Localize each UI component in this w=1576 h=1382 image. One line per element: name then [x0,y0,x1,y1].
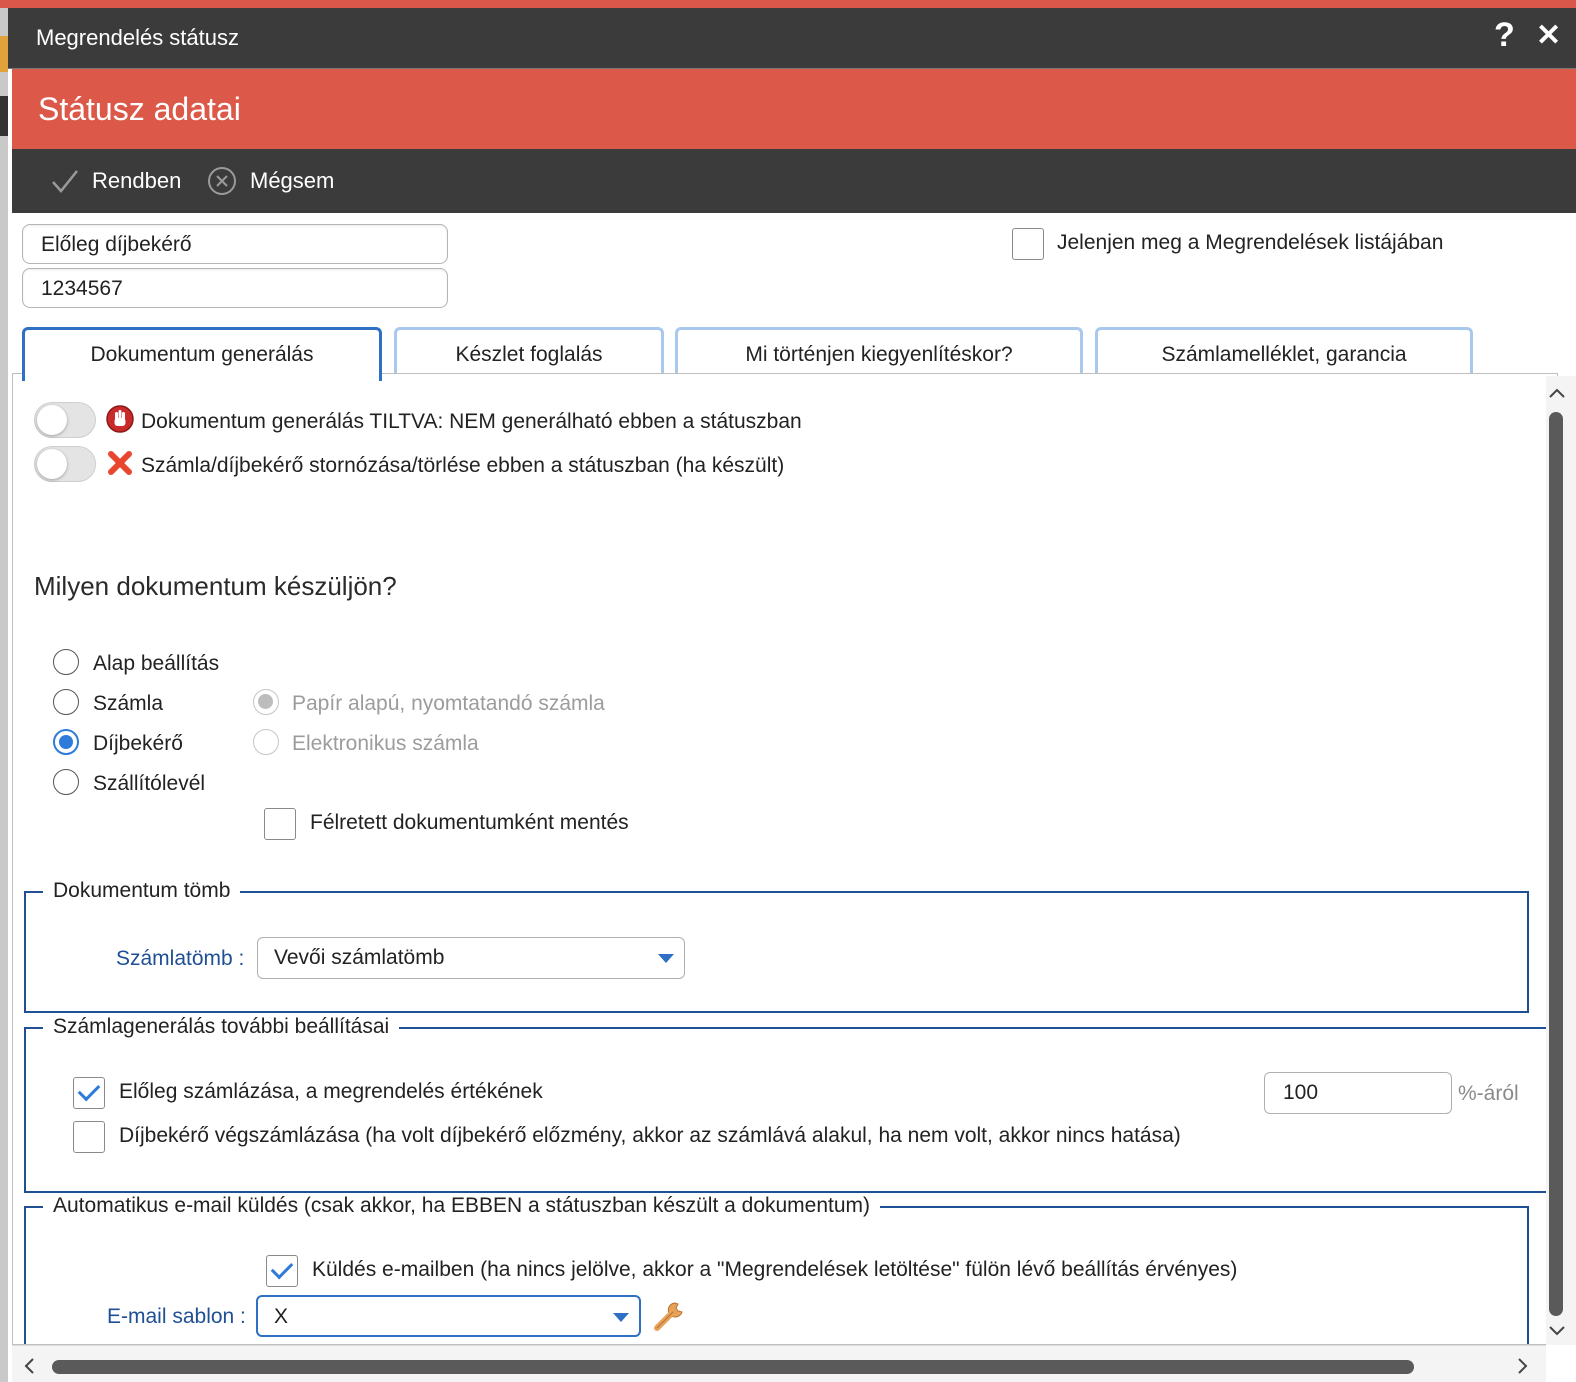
radio-e-invoice[interactable] [253,729,279,755]
red-x-icon [108,451,132,475]
radio-delivery-note-label: Szállítólevél [93,772,206,795]
radio-default[interactable] [53,649,79,675]
ok-button-label: Rendben [92,168,182,193]
radio-paper-invoice[interactable] [253,689,279,715]
doc-block-fieldset [24,891,1529,1013]
horizontal-scrollbar-thumb[interactable] [52,1360,1414,1374]
advance-invoice-checkbox[interactable] [73,1077,105,1109]
wrench-icon[interactable] [651,1298,687,1334]
close-icon[interactable]: ✕ [1536,18,1561,53]
help-icon[interactable]: ? [1494,16,1515,55]
email-template-label: E-mail sablon : [107,1305,246,1328]
cancel-button-label: Mégsem [250,168,335,193]
radio-invoice[interactable] [53,689,79,715]
radio-e-invoice-label: Elektronikus számla [292,732,479,755]
checkmark-icon [52,170,78,193]
status-dialog: Megrendelés státusz ? ✕ Státusz adatai R… [8,8,1576,1382]
dropdown-arrow-icon [658,954,674,963]
radio-invoice-label: Számla [93,692,164,715]
generation-disabled-label: Dokumentum generálás TILTVA: NEM generál… [141,410,802,433]
section-title: Státusz adatai [38,91,241,127]
show-in-list-label: Jelenjen meg a Megrendelések listájában [1057,231,1444,254]
scroll-down-icon[interactable] [1548,1324,1566,1338]
radio-default-label: Alap beállítás [93,652,220,675]
invoice-block-value: Vevői számlatömb [274,946,445,969]
draft-checkbox[interactable] [264,808,296,840]
status-code-field[interactable]: 1234567 [22,268,448,308]
dialog-toolbar: Rendben Mégsem [12,149,1576,213]
storno-toggle[interactable] [34,446,96,482]
dialog-titlebar: Megrendelés státusz ? ✕ [8,8,1576,69]
send-email-checkbox[interactable] [266,1255,298,1287]
dialog-title: Megrendelés státusz [36,25,239,50]
scroll-right-icon[interactable] [1516,1357,1530,1375]
invoice-block-select[interactable]: Vevői számlatömb [257,937,685,979]
status-name-field[interactable]: Előleg díjbekérő [22,224,448,264]
tab-document-generation[interactable]: Dokumentum generálás [22,327,382,381]
ok-button[interactable]: Rendben [50,149,181,213]
radio-delivery-note[interactable] [53,769,79,795]
cancel-button[interactable]: Mégsem [206,149,334,213]
vertical-scrollbar[interactable] [1546,376,1576,1345]
doc-block-legend: Dokumentum tömb [43,879,241,903]
radio-proforma-label: Díjbekérő [93,732,183,755]
background-app-edge [0,8,8,1382]
tab-invoice-attachment[interactable]: Számlamelléklet, garancia [1095,327,1473,375]
email-template-select[interactable]: X [256,1295,641,1337]
final-invoice-checkbox[interactable] [73,1121,105,1153]
tab-stock-reservation[interactable]: Készlet foglalás [394,327,664,375]
horizontal-scrollbar[interactable] [12,1345,1546,1382]
scroll-left-icon[interactable] [22,1357,36,1375]
draft-label: Félretett dokumentumként mentés [310,811,629,834]
tab-on-payment[interactable]: Mi történjen kiegyenlítéskor? [675,327,1083,375]
email-template-value: X [274,1305,289,1328]
cancel-circle-icon [208,167,236,195]
section-header: Státusz adatai [12,69,1576,149]
stop-hand-icon [106,405,134,433]
send-email-label: Küldés e-mailben (ha nincs jelölve, akko… [312,1258,1238,1281]
doc-type-heading: Milyen dokumentum készüljön? [34,571,397,601]
invoice-settings-legend: Számlagenerálás további beállításai [43,1015,400,1039]
email-legend: Automatikus e-mail küldés (csak akkor, h… [43,1194,881,1218]
radio-paper-invoice-label: Papír alapú, nyomtatandó számla [292,692,605,715]
advance-percent-suffix: %-áról [1458,1082,1519,1105]
storno-label: Számla/díjbekérő stornózása/törlése ebbe… [141,454,785,477]
dropdown-arrow-icon [613,1313,629,1322]
final-invoice-label: Díjbekérő végszámlázása (ha volt díjbeké… [119,1124,1181,1147]
tab-content-panel: Dokumentum generálás TILTVA: NEM generál… [12,373,1558,1345]
advance-invoice-label: Előleg számlázása, a megrendelés értékén… [119,1080,543,1103]
advance-percent-input[interactable]: 100 [1264,1072,1452,1114]
show-in-list-checkbox[interactable] [1012,228,1044,260]
scroll-up-icon[interactable] [1548,386,1566,400]
radio-proforma[interactable] [53,729,79,755]
vertical-scrollbar-thumb[interactable] [1549,412,1563,1316]
generation-disabled-toggle[interactable] [34,402,96,438]
background-app-strip [0,0,1576,8]
invoice-block-label: Számlatömb : [116,947,245,970]
